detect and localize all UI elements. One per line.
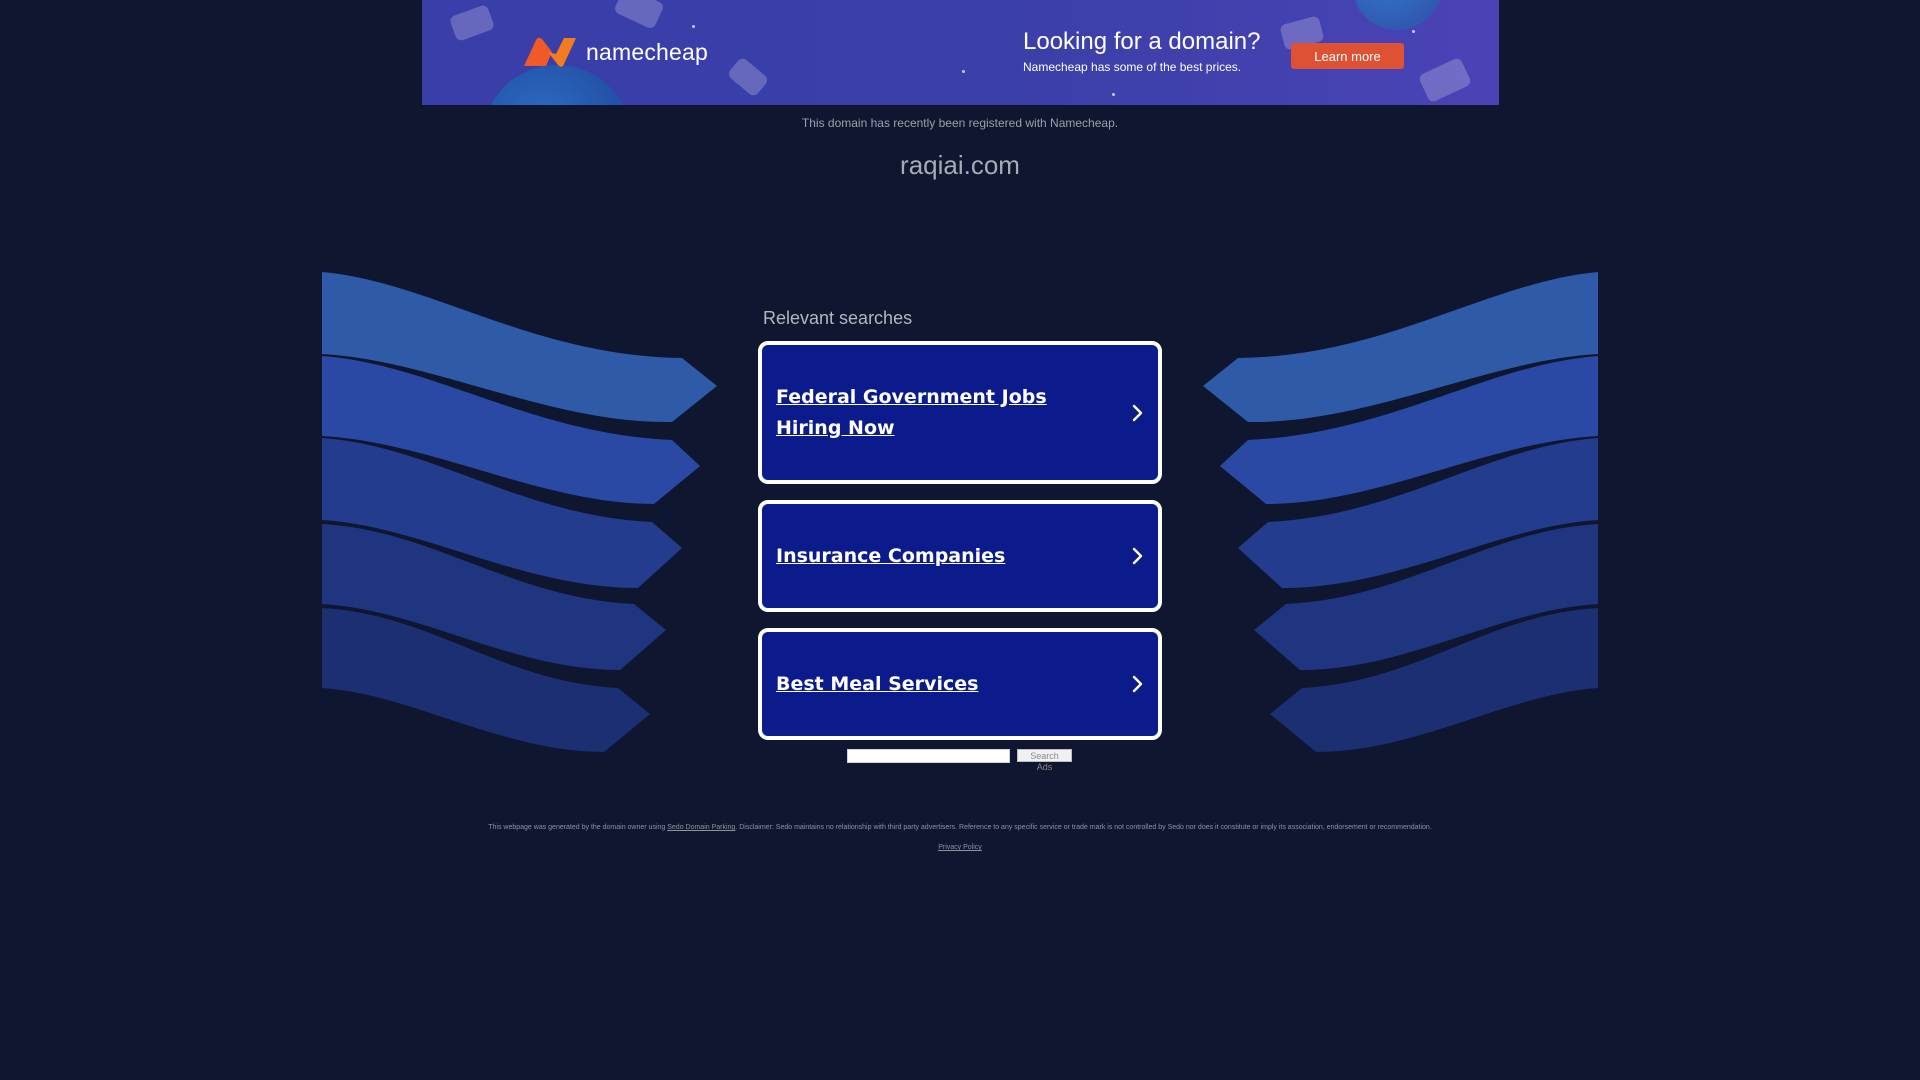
decorative-star bbox=[1412, 30, 1415, 33]
page: namecheap Looking for a domain? Namechea… bbox=[0, 0, 1920, 1080]
banner-copy: Looking for a domain? Namecheap has some… bbox=[1023, 28, 1261, 74]
search-result-link[interactable]: Federal Government Jobs Hiring Now bbox=[758, 341, 1162, 484]
namecheap-logo[interactable]: namecheap bbox=[522, 36, 708, 68]
decorative-card bbox=[448, 3, 496, 43]
decorative-card bbox=[613, 0, 665, 30]
search-result-label[interactable]: Best Meal Services bbox=[776, 669, 1118, 700]
chevron-right-icon bbox=[1132, 547, 1143, 565]
chevron-right-icon bbox=[1132, 404, 1143, 421]
privacy-policy-row: Privacy Policy bbox=[0, 844, 1920, 851]
domain-name: raqiai.com bbox=[900, 150, 1020, 180]
namecheap-banner[interactable]: namecheap Looking for a domain? Namechea… bbox=[422, 0, 1499, 105]
learn-more-button[interactable]: Learn more bbox=[1291, 43, 1404, 69]
search-result-link[interactable]: Best Meal Services bbox=[758, 628, 1162, 740]
search-ads-input[interactable] bbox=[847, 749, 1010, 763]
relevant-searches-heading: Relevant searches bbox=[763, 308, 913, 328]
decorative-card bbox=[726, 56, 770, 98]
decorative-planet bbox=[482, 65, 632, 105]
search-result-label[interactable]: Federal Government Jobs Hiring Now bbox=[776, 382, 1118, 444]
search-result-link[interactable]: Insurance Companies bbox=[758, 500, 1162, 612]
footer-text-before: This webpage was generated by the domain… bbox=[488, 824, 668, 831]
decorative-waves-left bbox=[322, 272, 717, 752]
namecheap-logo-icon bbox=[524, 37, 576, 67]
namecheap-logo-text: namecheap bbox=[586, 38, 708, 65]
privacy-policy-link[interactable]: Privacy Policy bbox=[938, 844, 982, 851]
decorative-star bbox=[1112, 93, 1115, 96]
registered-note: This domain has recently been registered… bbox=[801, 116, 1119, 130]
decorative-star bbox=[692, 25, 695, 28]
footer-disclaimer: This webpage was generated by the domain… bbox=[0, 824, 1920, 831]
banner-title: Looking for a domain? bbox=[1023, 28, 1261, 55]
decorative-waves-right bbox=[1203, 272, 1598, 752]
search-ads-button[interactable]: Search Ads bbox=[1017, 749, 1072, 772]
search-result-label[interactable]: Insurance Companies bbox=[776, 541, 1118, 572]
decorative-planet bbox=[1352, 0, 1442, 30]
decorative-star bbox=[962, 70, 965, 73]
chevron-right-icon bbox=[1132, 675, 1143, 693]
banner-subtitle: Namecheap has some of the best prices. bbox=[1023, 60, 1242, 74]
sedo-domain-parking-link[interactable]: Sedo Domain Parking bbox=[667, 824, 735, 831]
decorative-card bbox=[1417, 56, 1473, 104]
footer-text-after: . Disclaimer: Sedo maintains no relation… bbox=[735, 824, 1432, 831]
